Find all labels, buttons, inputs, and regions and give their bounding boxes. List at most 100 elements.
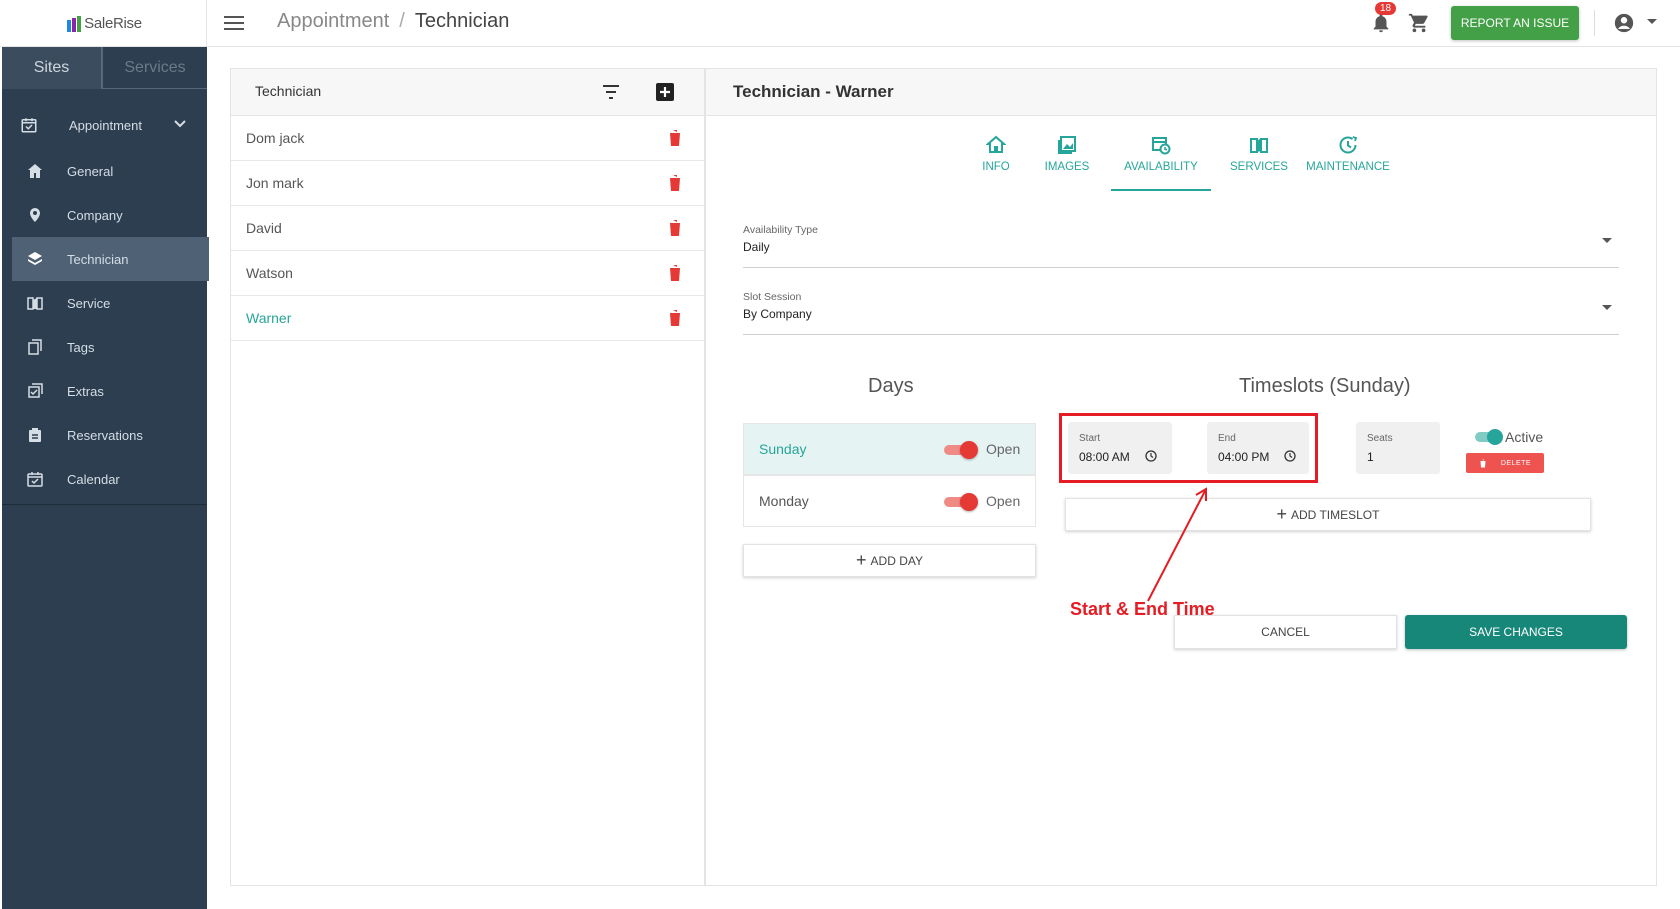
- tab-maintenance[interactable]: MAINTENANCE: [1303, 131, 1393, 191]
- day-open-toggle[interactable]: [944, 493, 978, 511]
- technician-name: Warner: [246, 310, 292, 326]
- technician-name: Dom jack: [246, 130, 305, 146]
- salerise-logo-icon: [67, 15, 82, 32]
- trash-icon[interactable]: [668, 264, 682, 282]
- sidebar-item-company[interactable]: Company: [12, 193, 209, 237]
- account-icon[interactable]: [1613, 12, 1635, 34]
- chevron-down-icon: [1602, 238, 1612, 243]
- account-dropdown-caret-icon[interactable]: [1647, 19, 1657, 24]
- trash-icon[interactable]: [668, 309, 682, 327]
- breadcrumb: Appointment / Technician: [277, 10, 510, 32]
- slot-session-label: Slot Session: [743, 291, 802, 303]
- annotation-highlight-box: [1059, 413, 1318, 483]
- trash-icon[interactable]: [668, 219, 682, 237]
- hamburger-menu-icon[interactable]: [222, 12, 246, 34]
- plus-icon: +: [1276, 504, 1288, 524]
- days-title: Days: [868, 375, 914, 397]
- sidebar-item-calendar[interactable]: Calendar: [12, 457, 209, 501]
- wrench-clock-icon: [1339, 136, 1358, 154]
- chevron-down-icon: [1602, 305, 1612, 310]
- breadcrumb-parent[interactable]: Appointment: [277, 10, 389, 32]
- sidebar-item-label: Tags: [67, 339, 95, 355]
- delete-timeslot-button[interactable]: DELETE: [1466, 453, 1544, 473]
- seats-input[interactable]: Seats 1: [1356, 422, 1440, 474]
- timeslot-active-label: Active: [1505, 429, 1544, 445]
- sidebar-item-technician[interactable]: Technician: [12, 237, 209, 281]
- day-open-toggle[interactable]: [944, 441, 978, 459]
- day-status: Open: [986, 493, 1021, 509]
- timeslots-title: Timeslots (Sunday): [1239, 375, 1411, 397]
- detail-title: Technician - Warner: [733, 82, 894, 101]
- sidebar-group-appointment[interactable]: Appointment: [2, 105, 207, 145]
- book-icon: [27, 297, 43, 310]
- calendar-check-icon: [21, 118, 37, 133]
- list-item[interactable]: Jon mark: [231, 161, 704, 206]
- technician-list-panel: Technician Dom jack Jon mark David Watso…: [230, 68, 705, 886]
- tab-availability[interactable]: AVAILABILITY: [1111, 131, 1211, 191]
- list-item[interactable]: Warner: [231, 296, 704, 341]
- day-name: Sunday: [759, 441, 807, 457]
- day-row-monday[interactable]: Monday Open: [743, 475, 1036, 527]
- timeslot-active-toggle[interactable]: [1475, 429, 1503, 445]
- logo-text: SaleRise: [84, 15, 142, 32]
- day-name: Monday: [759, 493, 809, 509]
- sidebar-item-extras[interactable]: Extras: [12, 369, 209, 413]
- day-status: Open: [986, 441, 1021, 457]
- home-icon: [28, 164, 42, 178]
- tab-services[interactable]: SERVICES: [1226, 131, 1292, 191]
- book-icon: [1250, 138, 1268, 153]
- sidebar-item-tags[interactable]: Tags: [12, 325, 209, 369]
- filter-icon[interactable]: [601, 83, 621, 101]
- calendar-icon: [27, 472, 43, 487]
- add-technician-icon[interactable]: [655, 82, 675, 102]
- tag-icon: [28, 339, 42, 355]
- sidebar-item-service[interactable]: Service: [12, 281, 209, 325]
- list-header: Technician: [231, 69, 704, 116]
- sidebar-item-label: Company: [67, 207, 123, 223]
- tab-services[interactable]: Services: [102, 47, 207, 89]
- add-day-button[interactable]: + ADD DAY: [743, 544, 1036, 577]
- list-item[interactable]: David: [231, 206, 704, 251]
- cart-icon[interactable]: [1408, 12, 1430, 34]
- image-icon: [1058, 136, 1076, 154]
- list-title: Technician: [255, 83, 322, 99]
- layers-icon: [28, 252, 42, 265]
- list-item[interactable]: Dom jack: [231, 116, 704, 161]
- sidebar-group-label: Appointment: [69, 117, 142, 133]
- availability-type-value: Daily: [743, 240, 770, 254]
- tab-info[interactable]: INFO: [971, 131, 1021, 191]
- trash-icon[interactable]: [668, 129, 682, 147]
- bell-icon[interactable]: [1370, 12, 1392, 34]
- checklist-icon: [28, 383, 43, 398]
- sidebar-item-label: General: [67, 163, 114, 179]
- sidebar-item-reservations[interactable]: Reservations: [12, 413, 209, 457]
- annotation-text: Start & End Time: [1070, 599, 1215, 619]
- sidebar: Sites Services Appointment General Compa…: [2, 47, 209, 909]
- location-pin-icon: [30, 208, 40, 222]
- tab-images[interactable]: IMAGES: [1034, 131, 1100, 191]
- technician-name: David: [246, 220, 282, 236]
- cancel-button[interactable]: CANCEL: [1174, 615, 1397, 649]
- breadcrumb-current: Technician: [414, 10, 510, 32]
- report-issue-button[interactable]: REPORT AN ISSUE: [1451, 6, 1579, 40]
- notification-badge: 18: [1375, 2, 1397, 15]
- sidebar-divider: [2, 504, 207, 505]
- technician-name: Jon mark: [246, 175, 304, 191]
- slot-session-value: By Company: [743, 307, 812, 321]
- trash-icon[interactable]: [668, 174, 682, 192]
- chevron-down-icon[interactable]: [174, 118, 186, 130]
- day-row-sunday[interactable]: Sunday Open: [743, 423, 1036, 475]
- clipboard-icon: [29, 428, 41, 442]
- save-changes-button[interactable]: SAVE CHANGES: [1405, 615, 1627, 649]
- sidebar-item-general[interactable]: General: [12, 149, 209, 193]
- list-item[interactable]: Watson: [231, 251, 704, 296]
- sidebar-item-label: Reservations: [67, 427, 143, 443]
- availability-type-select[interactable]: Availability Type Daily: [743, 216, 1619, 268]
- header-divider: [1594, 10, 1595, 36]
- tab-sites[interactable]: Sites: [2, 47, 102, 89]
- seats-label: Seats: [1367, 433, 1393, 444]
- availability-type-label: Availability Type: [743, 224, 818, 236]
- slot-session-select[interactable]: Slot Session By Company: [743, 283, 1619, 335]
- logo[interactable]: SaleRise: [2, 0, 207, 47]
- plus-icon: +: [856, 550, 867, 570]
